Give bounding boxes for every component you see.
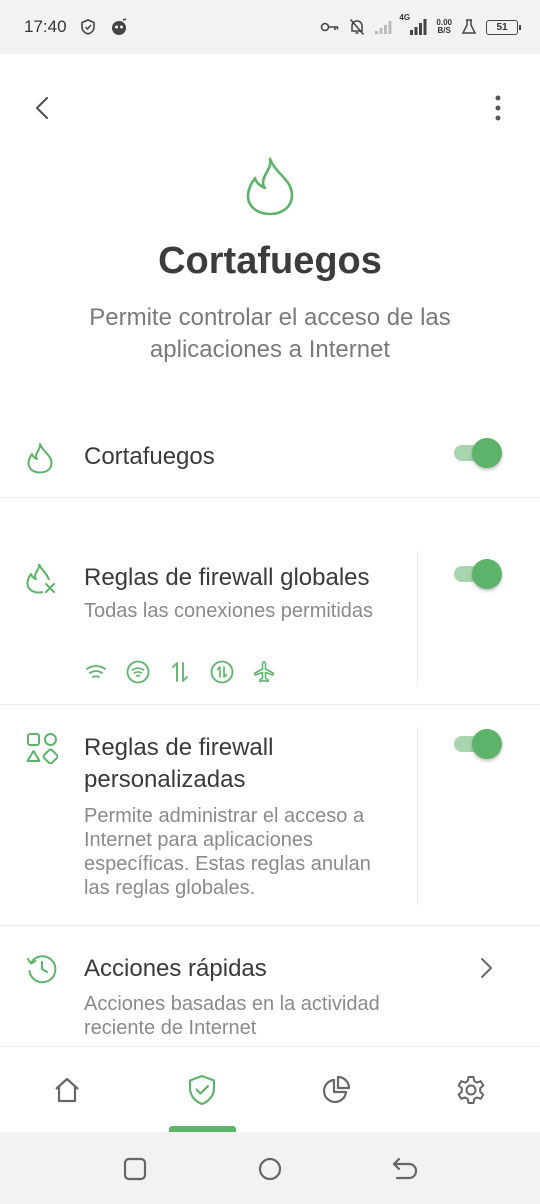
quick-actions-description: Acciones basadas en la actividad recient… xyxy=(84,993,380,1039)
row-divider xyxy=(417,726,418,906)
mobile-data-circle-icon xyxy=(210,660,234,684)
back-button[interactable] xyxy=(26,90,58,126)
row-divider xyxy=(417,550,418,686)
flame-icon xyxy=(244,156,296,216)
bottom-navigation xyxy=(0,1048,540,1132)
home-icon xyxy=(55,1077,79,1103)
status-time: 17:40 xyxy=(24,17,67,36)
switch-thumb xyxy=(472,438,502,468)
mobile-data-icon xyxy=(168,660,192,684)
global-rules-description: Todas las conexiones permitidas xyxy=(84,600,374,622)
flame-icon xyxy=(26,442,58,474)
shapes-icon xyxy=(26,732,59,765)
network-speed: 0.00 B/S xyxy=(436,18,452,35)
app-notification-icon xyxy=(109,18,129,36)
flask-icon xyxy=(461,18,477,36)
global-rules-row[interactable]: Reglas de firewall globales Todas las co… xyxy=(0,530,540,705)
custom-rules-title: Reglas de firewall personalizadas xyxy=(84,734,274,793)
page-subtitle: Permite controlar el acceso de las aplic… xyxy=(89,304,451,363)
shield-check-icon xyxy=(188,1074,216,1106)
firewall-toggle-row[interactable]: Cortafuegos xyxy=(0,418,540,498)
switch-thumb xyxy=(472,729,502,759)
recent-apps-button[interactable] xyxy=(120,1154,150,1184)
global-rules-title: Reglas de firewall globales xyxy=(84,564,370,591)
connection-type-icons xyxy=(84,660,276,684)
gear-icon xyxy=(457,1076,485,1104)
nav-statistics[interactable] xyxy=(316,1070,356,1110)
wifi-icon xyxy=(84,660,108,684)
more-options-button[interactable] xyxy=(482,90,514,126)
custom-rules-row[interactable]: Reglas de firewall personalizadas Permit… xyxy=(0,706,540,926)
more-vertical-icon xyxy=(495,95,501,121)
flame-off-icon xyxy=(26,562,58,594)
system-navigation-bar xyxy=(0,1132,540,1204)
custom-rules-switch[interactable] xyxy=(454,727,502,759)
history-icon xyxy=(26,953,58,985)
quick-actions-title: Acciones rápidas xyxy=(84,955,267,982)
airplane-icon xyxy=(252,660,276,684)
circle-icon xyxy=(258,1157,282,1181)
chevron-right-icon[interactable] xyxy=(478,955,494,981)
key-icon xyxy=(320,20,340,34)
bell-off-icon xyxy=(349,18,365,36)
firewall-label: Cortafuegos xyxy=(84,443,215,470)
firewall-switch[interactable] xyxy=(454,436,502,468)
chevron-left-icon xyxy=(35,96,49,120)
square-icon xyxy=(123,1157,147,1181)
signal-weak-icon xyxy=(374,19,392,35)
system-back-button[interactable] xyxy=(390,1154,420,1184)
global-rules-switch[interactable] xyxy=(454,557,502,589)
quick-actions-row[interactable]: Acciones rápidas Acciones basadas en la … xyxy=(0,927,540,1047)
home-button[interactable] xyxy=(255,1154,285,1184)
nav-settings[interactable] xyxy=(451,1070,491,1110)
status-bar: 17:40 4G 0.00 B/S 51 xyxy=(0,0,540,54)
back-arrow-icon xyxy=(392,1157,418,1180)
nav-home[interactable] xyxy=(47,1070,87,1110)
signal-4g-icon: 4G xyxy=(399,14,427,36)
custom-rules-description: Permite administrar el acceso a Internet… xyxy=(84,805,371,899)
page-title: Cortafuegos xyxy=(158,240,382,282)
app-bar xyxy=(0,54,540,162)
nav-protection[interactable] xyxy=(182,1070,222,1110)
pie-chart-icon xyxy=(322,1075,351,1104)
switch-thumb xyxy=(472,559,502,589)
vpn-shield-icon xyxy=(79,18,97,36)
battery-indicator: 51 xyxy=(486,19,521,35)
wifi-circle-icon xyxy=(126,660,150,684)
